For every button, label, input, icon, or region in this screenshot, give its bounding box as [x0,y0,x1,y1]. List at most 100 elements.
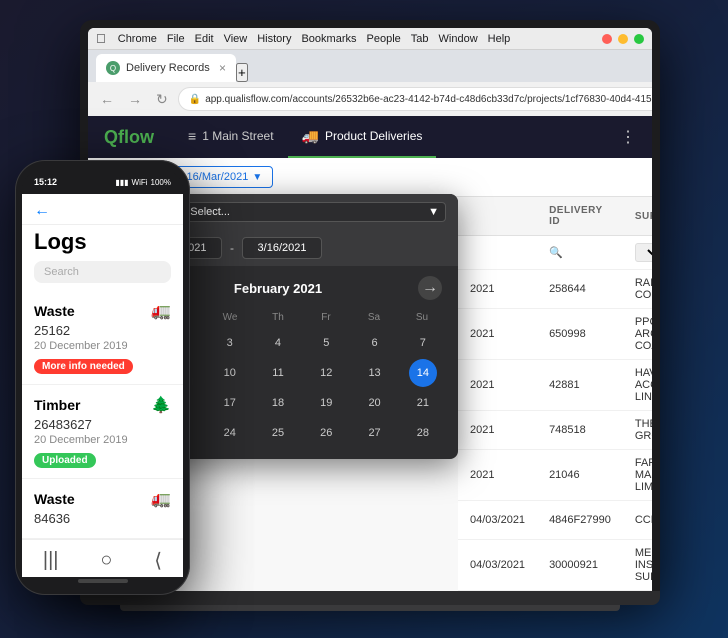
phone-app-header: ← [22,194,183,225]
menu-people[interactable]: People [367,33,401,45]
browser-tab[interactable]: Q Delivery Records × [96,54,236,82]
cal-day-17[interactable]: 17 [216,389,244,417]
cal-end-date-input[interactable]: 3/16/2021 [242,237,322,259]
laptop-foot [120,605,620,611]
log-icon-1: 🚛 [151,301,171,321]
menu-bookmarks[interactable]: Bookmarks [301,33,356,45]
new-tab-button[interactable]: + [236,63,248,82]
phone-nav-lines[interactable]: ||| [43,549,59,572]
menu-window[interactable]: Window [439,33,478,45]
forward-button[interactable]: → [124,89,146,109]
traffic-light-minimize[interactable] [618,34,628,44]
chrome-tab-bar: Q Delivery Records × + [88,50,652,82]
menu-chrome[interactable]: Chrome [118,33,157,45]
menu-help[interactable]: Help [488,33,511,45]
address-bar: ← → ↻ 🔒 app.qualisflow.com/accounts/2653… [88,82,652,116]
menu-view[interactable]: View [224,33,248,45]
home-indicator-bar [78,579,128,583]
cal-day-5[interactable]: 5 [312,329,340,357]
cal-day-20[interactable]: 20 [361,389,389,417]
log-id-1: 25162 [34,323,171,338]
vault-ranges-dropdown[interactable]: Select... ▼ [183,202,446,222]
cell-id-7: 30000921 [537,540,623,591]
traffic-light-maximize[interactable] [634,34,644,44]
phone-search-bar[interactable]: Search [34,261,171,283]
phone-nav-back[interactable]: ⟨ [154,548,162,573]
logo-q: Q [104,127,118,147]
refresh-button[interactable]: ↻ [152,89,172,110]
phone-search-placeholder: Search [44,266,79,278]
search-date-cell [458,236,537,270]
table-header-row: DELIVERY ID SUPPLIER TRADE CONT... [458,197,652,236]
nav-product-deliveries[interactable]: 🚚 Product Deliveries [288,116,437,158]
weekday-we: We [206,310,254,325]
vault-dropdown-arrow: ▼ [428,206,439,218]
cal-day-10[interactable]: 10 [216,359,244,387]
cal-day-12[interactable]: 12 [312,359,340,387]
vault-dropdown-text: Select... [190,206,230,218]
table-row[interactable]: 2021 748518 THE TIMBER GROUP LIMITED Byr… [458,411,652,450]
traffic-light-close[interactable] [602,34,612,44]
menu-file[interactable]: File [167,33,185,45]
cal-day-18[interactable]: 18 [264,389,292,417]
more-options-button[interactable]: ⋮ [620,127,636,147]
mac-menu-items: Chrome File Edit View History Bookmarks … [118,33,511,45]
cal-next-month-btn[interactable]: → [418,276,442,300]
cell-supplier-3: HAVWOODS ACCESSORIES LIN [623,360,652,411]
cal-month-title: February 2021 [234,281,322,296]
menu-history[interactable]: History [257,33,291,45]
tab-favicon: Q [106,61,120,75]
table-row[interactable]: 2021 650998 PPG ARCHITECTURAL COATIN ADS… [458,309,652,360]
cal-day-25[interactable]: 25 [264,419,292,447]
log-badge-2: Uploaded [34,453,96,468]
table-row[interactable]: 2021 258644 RAINHAM STEEL COMPANY LI LDD… [458,270,652,309]
cal-day-6[interactable]: 6 [361,329,389,357]
mobile-phone: 15:12 ▮▮▮ WiFi 100% ← Logs Search Waste … [15,160,190,595]
back-button[interactable]: ← [96,89,118,109]
nav-main-street[interactable]: ≡ 1 Main Street [174,116,288,158]
cal-day-24[interactable]: 24 [216,419,244,447]
table-row[interactable]: 2021 42881 HAVWOODS ACCESSORIES LIN Loug… [458,360,652,411]
cal-day-14[interactable]: 14 [409,359,437,387]
cal-day-3[interactable]: 3 [216,329,244,357]
cell-date-3: 2021 [458,360,537,411]
cell-id-1: 258644 [537,270,623,309]
log-item-waste-2[interactable]: Waste 🚛 84636 [22,479,183,539]
cal-day-4[interactable]: 4 [264,329,292,357]
date-range-arrow: ▼ [252,172,262,183]
log-category-3: Waste [34,491,75,507]
menu-edit[interactable]: Edit [195,33,214,45]
cal-day-26[interactable]: 26 [312,419,340,447]
table-body: 2021 258644 RAINHAM STEEL COMPANY LI LDD… [458,270,652,591]
col-delivery-id: DELIVERY ID [537,197,623,236]
cal-day-13[interactable]: 13 [361,359,389,387]
cell-id-5: 21046 [537,450,623,501]
menu-tab[interactable]: Tab [411,33,429,45]
cal-day-28[interactable]: 28 [409,419,437,447]
table-row[interactable]: 04/03/2021 4846F27990 CCF LIMITED Celtic… [458,501,652,540]
cal-day-7[interactable]: 7 [409,329,437,357]
log-item-timber[interactable]: Timber 🌲 26483627 20 December 2019 Uploa… [22,385,183,479]
cal-day-21[interactable]: 21 [409,389,437,417]
phone-nav-home[interactable]: ○ [100,549,112,572]
battery-icon: 100% [151,178,171,187]
table-row[interactable]: 04/03/2021 30000921 MERIT INSULATION SUP… [458,540,652,591]
cal-day-19[interactable]: 19 [312,389,340,417]
logo-text: flow [118,127,154,147]
supplier-filter-dropdown[interactable] [635,243,652,262]
cal-day-27[interactable]: 27 [361,419,389,447]
table-row[interactable]: 2021 21046 FARLEIGH MASONRY LIMITED Szer… [458,450,652,501]
log-item-header-1: Waste 🚛 [34,301,171,321]
phone-back-button[interactable]: ← [34,202,50,219]
cell-id-6: 4846F27990 [537,501,623,540]
search-supplier-cell [623,236,652,270]
col-date [458,197,537,236]
col-supplier: SUPPLIER [623,197,652,236]
cal-date-separator: - [230,241,234,255]
cal-day-11[interactable]: 11 [264,359,292,387]
log-item-waste-1[interactable]: Waste 🚛 25162 20 December 2019 More info… [22,291,183,385]
url-input[interactable]: 🔒 app.qualisflow.com/accounts/26532b6e-a… [178,87,652,111]
weekday-su: Su [398,310,446,325]
tab-close-button[interactable]: × [219,61,226,75]
cell-date-5: 2021 [458,450,537,501]
